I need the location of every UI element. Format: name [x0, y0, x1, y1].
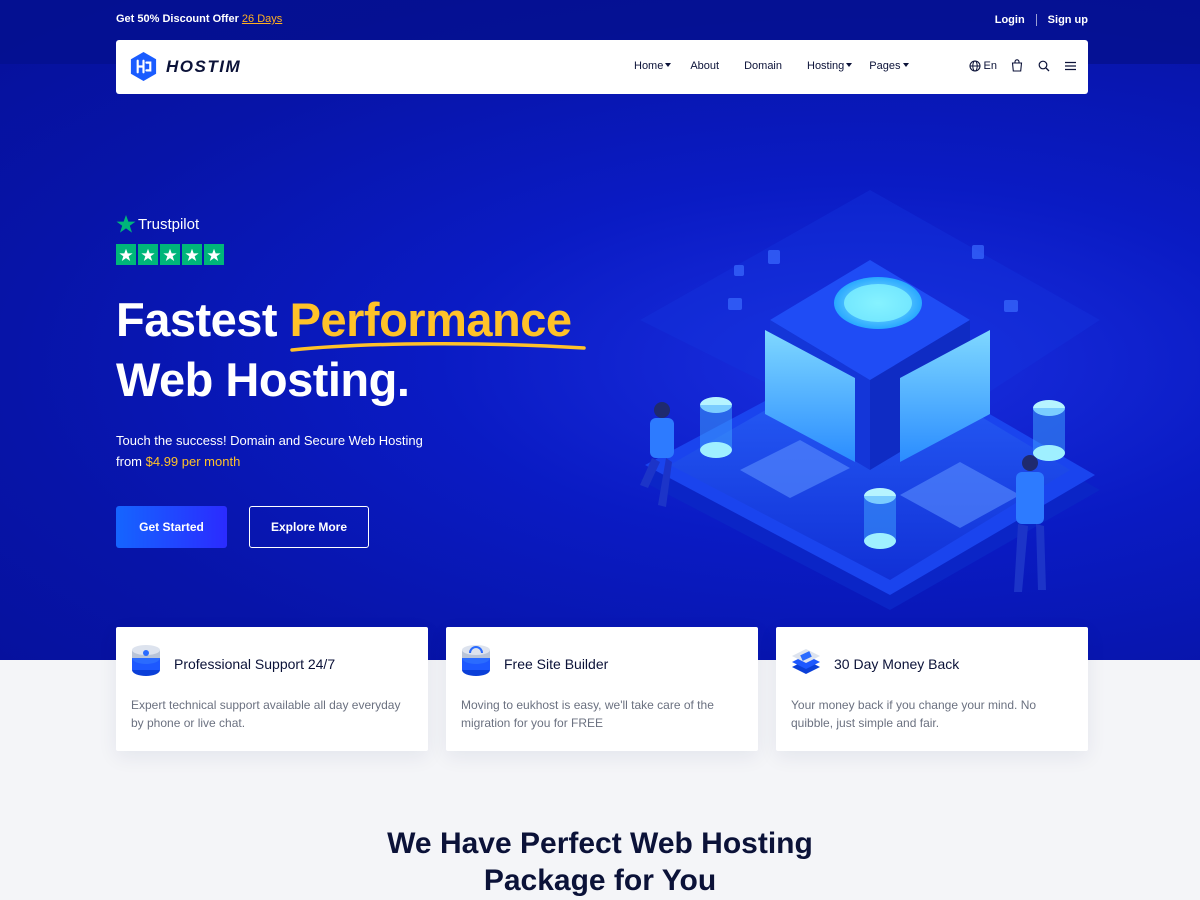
menu-icon: [1065, 61, 1076, 70]
nav-label-domain: Domain: [744, 60, 782, 72]
feature-text: Moving to eukhost is easy, we'll take ca…: [461, 698, 714, 730]
nav-tools: En: [968, 59, 1076, 72]
trustpilot-label: Trustpilot: [138, 215, 200, 233]
headline-highlight-text: Performance: [289, 293, 572, 346]
cart-icon: [1011, 59, 1023, 72]
auth-divider: [1035, 14, 1037, 26]
feature-title: Professional Support 24/7: [174, 656, 336, 672]
subtext-from: from: [116, 454, 142, 469]
brand-name: HOSTIM: [166, 56, 242, 76]
star-icon: [182, 244, 202, 265]
language-switcher[interactable]: En: [968, 59, 997, 72]
get-started-button[interactable]: Get Started: [116, 506, 227, 548]
hero-headline: Fastest Performance Web Hosting.: [116, 290, 586, 410]
subtext-price: $4.99 per month: [145, 454, 241, 469]
nav-item-pages[interactable]: Pages: [869, 60, 909, 72]
nav-item-domain[interactable]: Domain: [744, 60, 782, 72]
section-title-line1: We Have Perfect Web Hosting: [387, 827, 813, 860]
star-icon: [204, 244, 224, 265]
feature-card: 30 Day Money Back Your money back if you…: [776, 627, 1088, 751]
trustpilot-star-icon: [116, 215, 136, 233]
star-icon: [138, 244, 158, 265]
feature-card: Free Site Builder Moving to eukhost is e…: [446, 627, 758, 751]
feature-title: Free Site Builder: [504, 656, 609, 672]
headline-highlight: Performance: [289, 290, 586, 352]
money-back-icon: [792, 649, 820, 674]
login-link[interactable]: Login: [995, 14, 1025, 26]
nav-menu: Home About Domain Hosting Pages: [634, 60, 909, 72]
nav-item-hosting[interactable]: Hosting: [807, 60, 853, 72]
explore-more-button[interactable]: Explore More: [249, 506, 369, 548]
section-title: We Have Perfect Web Hosting Package for …: [300, 825, 900, 899]
brand-logo[interactable]: HOSTIM: [128, 51, 241, 82]
nav-label-home: Home: [634, 60, 664, 72]
offer-text: Get 50% Discount Offer: [116, 13, 239, 25]
nav-label-pages: Pages: [869, 60, 901, 72]
hero-subtext: Touch the success! Domain and Secure Web…: [116, 430, 476, 472]
globe-icon: [968, 59, 981, 72]
logo-hexagon-icon: [130, 51, 157, 82]
feature-title: 30 Day Money Back: [834, 656, 960, 672]
section-title-line2: Package for You: [483, 864, 717, 897]
nav-label-hosting: Hosting: [807, 60, 845, 72]
star-icon: [160, 244, 180, 265]
search-icon: [1038, 60, 1050, 71]
support-server-icon: [132, 645, 160, 676]
cart-button[interactable]: [1011, 59, 1023, 72]
underline-swash-icon: [289, 341, 586, 352]
rating-stars: [116, 244, 226, 265]
subtext-line1: Touch the success! Domain and Secure Web…: [116, 433, 423, 448]
auth-links: Login Sign up: [995, 14, 1088, 26]
main-navbar: HOSTIM Home About Domain Hosting Pages E…: [116, 40, 1088, 94]
chevron-down-icon: [902, 63, 909, 67]
hamburger-menu-button[interactable]: [1065, 61, 1076, 71]
signup-link[interactable]: Sign up: [1048, 14, 1088, 26]
headline-line2: Web Hosting.: [116, 353, 410, 406]
feature-cards: Professional Support 24/7 Expert technic…: [116, 627, 1088, 751]
site-builder-icon: [462, 645, 490, 676]
nav-item-about[interactable]: About: [690, 60, 719, 72]
feature-card: Professional Support 24/7 Expert technic…: [116, 627, 428, 751]
feature-text: Your money back if you change your mind.…: [791, 698, 1037, 730]
server-illustration: [640, 190, 1100, 610]
search-button[interactable]: [1038, 60, 1050, 72]
trustpilot-rating: Trustpilot: [116, 214, 226, 265]
feature-text: Expert technical support available all d…: [131, 698, 401, 730]
offer-days-link[interactable]: 26 Days: [242, 13, 282, 25]
language-label: En: [983, 59, 997, 72]
top-bar: Get 50% Discount Offer 26 Days Login Sig…: [116, 11, 1088, 31]
star-icon: [116, 244, 136, 265]
nav-item-home[interactable]: Home: [634, 60, 672, 72]
nav-label-about: About: [690, 60, 720, 72]
chevron-down-icon: [665, 63, 672, 67]
discount-offer: Get 50% Discount Offer 26 Days: [116, 13, 282, 25]
chevron-down-icon: [846, 63, 853, 67]
hero-section: Get 50% Discount Offer 26 Days Login Sig…: [0, 0, 1200, 660]
headline-word: Fastest: [116, 293, 278, 346]
